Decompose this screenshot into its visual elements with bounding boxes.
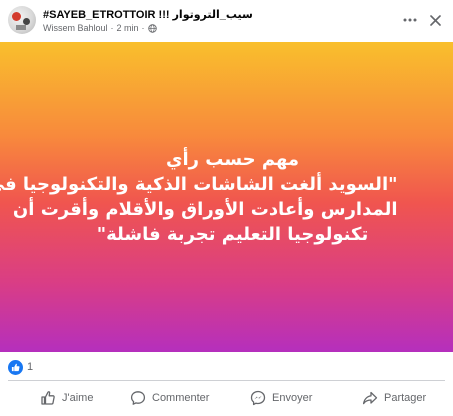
media-line: "السويد ألغت الشاشات الذكية والتكنولوجيا… — [0, 174, 398, 195]
media-line: مهم حسب رأي — [165, 149, 300, 170]
share-icon — [362, 391, 378, 405]
media-text: مهم حسب رأي "السويد ألغت الشاشات الذكية … — [0, 147, 398, 247]
meta-separator-2: · — [141, 23, 145, 33]
like-label: J'aime — [62, 392, 94, 404]
share-label: Partager — [384, 392, 427, 404]
reaction-count: 1 — [27, 361, 34, 373]
post-time[interactable]: 2 min — [117, 23, 139, 33]
post-media[interactable]: مهم حسب رأي "السويد ألغت الشاشات الذكية … — [0, 42, 453, 352]
comment-label: Commenter — [152, 392, 210, 404]
thumbs-up-icon — [41, 391, 55, 405]
divider — [8, 380, 445, 381]
media-line: المدارس وأعادت الأوراق والأقلام وأقرت أن — [12, 199, 398, 220]
comment-icon — [130, 391, 146, 405]
like-button[interactable]: J'aime — [40, 383, 93, 413]
reactions-summary[interactable]: 1 — [8, 359, 33, 375]
send-label: Envoyer — [272, 392, 313, 404]
more-options-icon[interactable] — [400, 10, 420, 30]
post-header: سيب_التروتوار !!! SAYEB_ETROTTOIR# Wisse… — [0, 0, 453, 40]
action-bar: J'aime Commenter Envoyer Partager — [0, 383, 453, 413]
like-reaction-icon — [8, 359, 23, 375]
media-line: تكنولوجيا التعليم تجربة فاشلة" — [96, 224, 369, 245]
meta-separator: · — [110, 23, 114, 33]
post-meta: Wissem Bahloul · 2 min · — [43, 23, 157, 33]
comment-button[interactable]: Commenter — [130, 383, 209, 413]
messenger-icon — [250, 390, 266, 406]
close-icon[interactable] — [425, 10, 445, 30]
page-name[interactable]: سيب_التروتوار !!! SAYEB_ETROTTOIR# — [43, 8, 253, 21]
globe-icon[interactable] — [147, 23, 157, 33]
post-card: سيب_التروتوار !!! SAYEB_ETROTTOIR# Wisse… — [0, 0, 453, 416]
send-button[interactable]: Envoyer — [250, 383, 312, 413]
author-name[interactable]: Wissem Bahloul — [43, 23, 108, 33]
share-button[interactable]: Partager — [362, 383, 426, 413]
page-avatar[interactable] — [8, 6, 36, 34]
